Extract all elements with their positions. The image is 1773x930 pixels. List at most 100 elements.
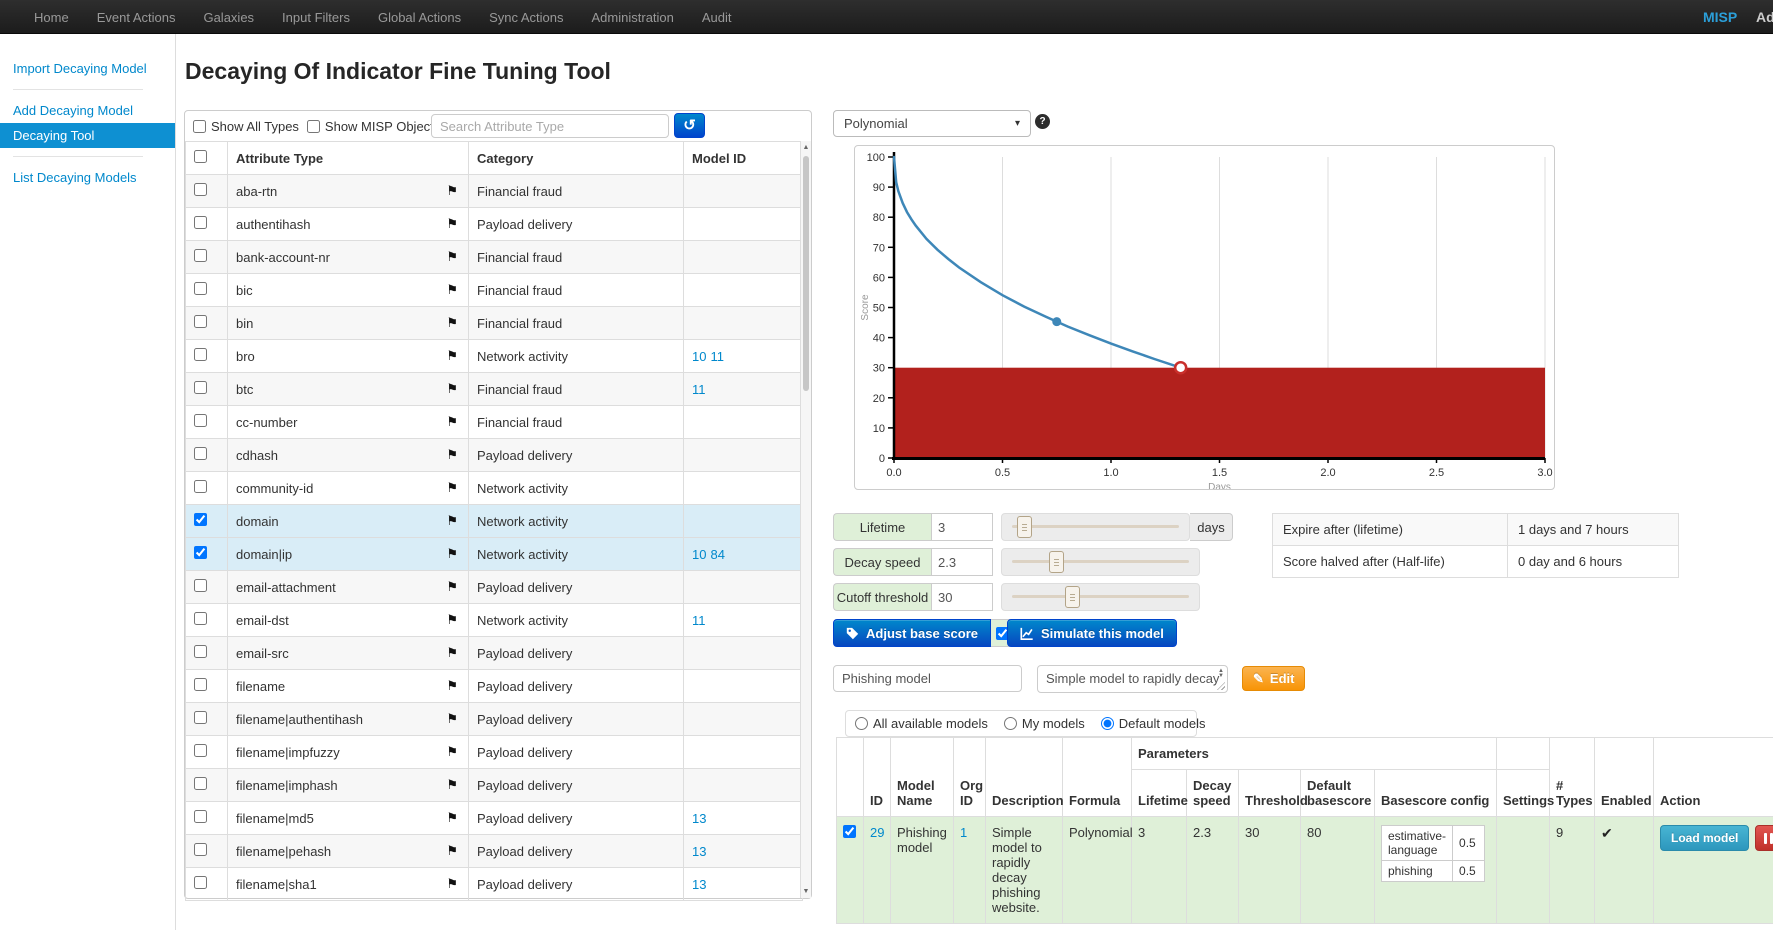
row-checkbox[interactable] [194, 744, 207, 757]
row-checkbox[interactable] [194, 381, 207, 394]
nav-item-input-filters[interactable]: Input Filters [268, 0, 364, 35]
model-id-link[interactable]: 11 [692, 613, 706, 628]
nav-item-home[interactable]: Home [20, 0, 83, 35]
refresh-button[interactable]: ↺ [674, 113, 705, 138]
table-row[interactable]: authentihash⚑Payload delivery [186, 208, 803, 241]
spinner-icon[interactable]: ▲▼ [1218, 669, 1224, 679]
cutoff-threshold-slider-track[interactable] [1001, 583, 1200, 611]
row-checkbox[interactable] [194, 579, 207, 592]
decay-simulation-chart[interactable]: 01020304050607080901000.00.51.01.52.02.5… [854, 145, 1555, 490]
model-id-link[interactable]: 10 [692, 349, 706, 364]
decay-speed-input[interactable] [931, 548, 993, 576]
table-row[interactable]: filename⚑Payload delivery [186, 670, 803, 703]
sidebar-item-decaying-tool[interactable]: Decaying Tool [0, 123, 175, 148]
decay-speed-slider-track[interactable] [1001, 548, 1200, 576]
row-checkbox[interactable] [194, 513, 207, 526]
nav-item-event-actions[interactable]: Event Actions [83, 0, 190, 35]
table-row[interactable]: bic⚑Financial fraud [186, 274, 803, 307]
curve-point-marker[interactable] [1052, 317, 1061, 326]
sidebar-item-list-decaying-models[interactable]: List Decaying Models [0, 165, 175, 190]
row-checkbox[interactable] [194, 249, 207, 262]
misp-brand-link[interactable]: MISP [1703, 9, 1737, 25]
table-row[interactable]: bro⚑Network activity1011 [186, 340, 803, 373]
model-id-link[interactable]: 13 [692, 844, 706, 859]
default-models-radio[interactable] [1101, 717, 1114, 730]
model-id-link[interactable]: 13 [692, 811, 706, 826]
decay-speed-slider-handle[interactable] [1049, 551, 1064, 573]
table-row[interactable]: email-attachment⚑Payload delivery [186, 571, 803, 604]
table-scrollbar[interactable]: ▲ ▼ [800, 141, 811, 898]
org-id-link[interactable]: 1 [960, 825, 967, 840]
show-misp-objects-checkbox[interactable] [307, 120, 320, 133]
row-checkbox[interactable] [194, 777, 207, 790]
lifetime-slider-handle[interactable] [1017, 516, 1032, 538]
filter-radio-my-models[interactable]: My models [1004, 716, 1085, 731]
table-row[interactable]: btc⚑Financial fraud11 [186, 373, 803, 406]
pause-model-button[interactable] [1755, 825, 1773, 851]
row-checkbox[interactable] [194, 183, 207, 196]
formula-select[interactable]: Polynomial ▾ [833, 110, 1031, 137]
adjust-base-score-button[interactable]: Adjust base score [833, 619, 991, 647]
model-select-checkbox[interactable] [843, 825, 856, 838]
row-checkbox[interactable] [194, 315, 207, 328]
table-row[interactable]: filename|sha1⚑Payload delivery13 [186, 868, 803, 901]
select-all-checkbox[interactable] [194, 150, 207, 163]
lifetime-slider-track[interactable] [1001, 513, 1190, 541]
nav-item-audit[interactable]: Audit [688, 0, 746, 35]
sidebar-item-add-decaying-model[interactable]: Add Decaying Model [0, 98, 175, 123]
nav-item-galaxies[interactable]: Galaxies [189, 0, 268, 35]
row-checkbox[interactable] [194, 876, 207, 889]
table-row[interactable]: filename|authentihash⚑Payload delivery [186, 703, 803, 736]
model-id-link[interactable]: 13 [692, 877, 706, 892]
table-row[interactable]: bank-account-nr⚑Financial fraud [186, 241, 803, 274]
row-checkbox[interactable] [194, 645, 207, 658]
table-row[interactable]: cdhash⚑Payload delivery [186, 439, 803, 472]
table-row[interactable]: community-id⚑Network activity [186, 472, 803, 505]
edit-model-button[interactable]: ✎ Edit [1242, 666, 1305, 691]
filter-checkbox-show-all-types[interactable]: Show All Types [193, 119, 299, 134]
my-models-radio[interactable] [1004, 717, 1017, 730]
load-model-button[interactable]: Load model [1660, 825, 1749, 851]
scroll-up-icon[interactable]: ▲ [801, 141, 811, 154]
table-row[interactable]: bin⚑Financial fraud [186, 307, 803, 340]
table-row[interactable]: email-src⚑Payload delivery [186, 637, 803, 670]
model-description-textarea[interactable]: Simple model to rapidly decay ▲▼ [1037, 665, 1228, 693]
model-id-link[interactable]: 10 [692, 547, 706, 562]
threshold-point-marker[interactable] [1175, 362, 1186, 373]
nav-item-sync-actions[interactable]: Sync Actions [475, 0, 577, 35]
row-checkbox[interactable] [194, 612, 207, 625]
model-id-link[interactable]: 84 [710, 547, 724, 562]
filter-checkbox-show-misp-objects[interactable]: Show MISP Objects [307, 119, 440, 134]
cutoff-threshold-slider-handle[interactable] [1065, 586, 1080, 608]
row-checkbox[interactable] [194, 414, 207, 427]
row-checkbox[interactable] [194, 711, 207, 724]
row-checkbox[interactable] [194, 810, 207, 823]
table-row[interactable]: email-dst⚑Network activity11 [186, 604, 803, 637]
filter-radio-default-models[interactable]: Default models [1101, 716, 1206, 731]
row-checkbox[interactable] [194, 282, 207, 295]
filter-radio-all-available-models[interactable]: All available models [855, 716, 988, 731]
help-icon[interactable]: ? [1035, 114, 1050, 129]
scrollbar-thumb[interactable] [803, 156, 809, 391]
model-id-link[interactable]: 11 [710, 349, 724, 364]
row-checkbox[interactable] [194, 843, 207, 856]
nav-item-administration[interactable]: Administration [578, 0, 688, 35]
row-checkbox[interactable] [194, 546, 207, 559]
model-id-link[interactable]: 11 [692, 382, 706, 397]
table-row[interactable]: aba-rtn⚑Financial fraud [186, 175, 803, 208]
simulate-model-button[interactable]: Simulate this model [1007, 619, 1177, 647]
table-row[interactable]: cc-number⚑Financial fraud [186, 406, 803, 439]
scroll-down-icon[interactable]: ▼ [801, 885, 811, 898]
table-row[interactable]: domain|ip⚑Network activity1084 [186, 538, 803, 571]
row-checkbox[interactable] [194, 480, 207, 493]
lifetime-input[interactable] [931, 513, 993, 541]
row-checkbox[interactable] [194, 216, 207, 229]
nav-user-menu[interactable]: Adm [1756, 9, 1773, 25]
row-checkbox[interactable] [194, 348, 207, 361]
show-all-types-checkbox[interactable] [193, 120, 206, 133]
row-checkbox[interactable] [194, 447, 207, 460]
table-row[interactable]: filename|impfuzzy⚑Payload delivery [186, 736, 803, 769]
table-row[interactable]: filename|md5⚑Payload delivery13 [186, 802, 803, 835]
nav-item-global-actions[interactable]: Global Actions [364, 0, 475, 35]
model-name-input[interactable] [833, 665, 1022, 692]
